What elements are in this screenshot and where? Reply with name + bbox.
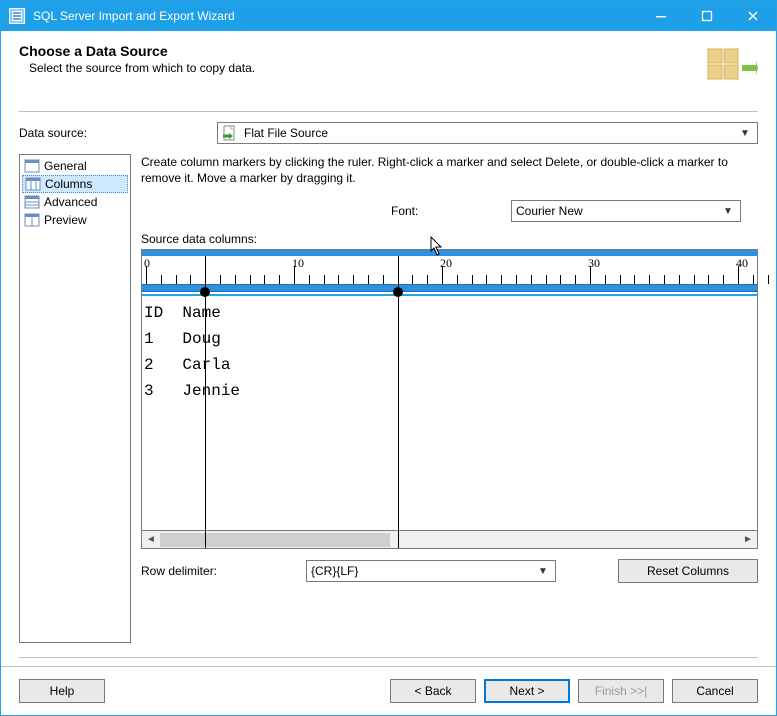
- wizard-body: Data source: Flat File Source ▼ General: [1, 99, 776, 666]
- data-source-value: Flat File Source: [244, 126, 737, 140]
- chevron-down-icon: ▼: [720, 206, 736, 217]
- font-label: Font:: [391, 204, 511, 218]
- row-delimiter-row: Row delimiter: {CR}{LF} ▼ Reset Columns: [141, 559, 758, 583]
- font-row: Font: Courier New ▼: [141, 200, 758, 222]
- column-marker-handle[interactable]: [200, 287, 210, 297]
- help-button[interactable]: Help: [19, 679, 105, 703]
- btn-label: Help: [50, 684, 75, 698]
- sidebar-item-label: Preview: [44, 213, 87, 227]
- column-marker[interactable]: [398, 256, 399, 548]
- instruction-text: Create column markers by clicking the ru…: [141, 154, 758, 186]
- data-preview: ID Name 1 Doug 2 Carla 3 Jennie: [142, 296, 757, 530]
- divider: [19, 657, 758, 658]
- page-subtitle: Select the source from which to copy dat…: [29, 61, 696, 75]
- btn-label: Finish >>|: [595, 684, 647, 698]
- data-source-label: Data source:: [19, 126, 217, 140]
- font-value: Courier New: [516, 204, 720, 218]
- scroll-right-button[interactable]: ►: [739, 532, 757, 548]
- page-title: Choose a Data Source: [19, 43, 696, 59]
- sidebar-item-columns[interactable]: Columns: [22, 175, 128, 193]
- divider: [19, 111, 758, 112]
- sidebar-item-preview[interactable]: Preview: [22, 211, 128, 229]
- btn-label: Next >: [509, 684, 544, 698]
- reset-columns-label: Reset Columns: [647, 564, 729, 578]
- sidebar-item-label: General: [44, 159, 87, 173]
- data-source-combo[interactable]: Flat File Source ▼: [217, 122, 758, 144]
- minimize-button[interactable]: [638, 1, 684, 31]
- finish-button: Finish >>|: [578, 679, 664, 703]
- column-marker-handle[interactable]: [393, 287, 403, 297]
- wizard-window: SQL Server Import and Export Wizard Choo…: [0, 0, 777, 716]
- columns-icon: [25, 177, 41, 191]
- next-button[interactable]: Next >: [484, 679, 570, 703]
- flat-file-icon: [222, 125, 238, 141]
- columns-pane: Create column markers by clicking the ru…: [141, 154, 758, 643]
- wizard-sidebar: General Columns Advanced: [19, 154, 131, 643]
- source-columns-label: Source data columns:: [141, 232, 758, 246]
- ruler[interactable]: 010203040: [142, 250, 757, 296]
- wizard-footer: Help < Back Next > Finish >>| Cancel: [1, 666, 776, 715]
- wizard-glyph-icon: [702, 43, 758, 93]
- row-delimiter-value: {CR}{LF}: [311, 564, 535, 578]
- advanced-icon: [24, 195, 40, 209]
- column-marker[interactable]: [205, 256, 206, 548]
- sidebar-item-label: Columns: [45, 177, 92, 191]
- btn-label: < Back: [414, 684, 451, 698]
- chevron-down-icon: ▼: [737, 128, 753, 139]
- data-source-row: Data source: Flat File Source ▼: [19, 122, 758, 144]
- sidebar-item-advanced[interactable]: Advanced: [22, 193, 128, 211]
- font-combo[interactable]: Courier New ▼: [511, 200, 741, 222]
- sidebar-item-general[interactable]: General: [22, 157, 128, 175]
- close-button[interactable]: [730, 1, 776, 31]
- preview-icon: [24, 213, 40, 227]
- scroll-left-button[interactable]: ◄: [142, 532, 160, 548]
- maximize-button[interactable]: [684, 1, 730, 31]
- back-button[interactable]: < Back: [390, 679, 476, 703]
- app-icon: [9, 8, 25, 24]
- cancel-button[interactable]: Cancel: [672, 679, 758, 703]
- btn-label: Cancel: [696, 684, 733, 698]
- row-delimiter-combo[interactable]: {CR}{LF} ▼: [306, 560, 556, 582]
- wizard-header: Choose a Data Source Select the source f…: [1, 31, 776, 99]
- window-title: SQL Server Import and Export Wizard: [33, 9, 638, 23]
- scroll-thumb[interactable]: [160, 533, 390, 547]
- general-icon: [24, 159, 40, 173]
- reset-columns-button[interactable]: Reset Columns: [618, 559, 758, 583]
- horizontal-scrollbar[interactable]: ◄ ►: [142, 530, 757, 548]
- title-bar: SQL Server Import and Export Wizard: [1, 1, 776, 31]
- source-data-grid[interactable]: 010203040 ID Name 1 Doug 2 Carla 3 Jenni…: [141, 249, 758, 549]
- sidebar-item-label: Advanced: [44, 195, 97, 209]
- row-delimiter-label: Row delimiter:: [141, 564, 286, 578]
- chevron-down-icon: ▼: [535, 566, 551, 577]
